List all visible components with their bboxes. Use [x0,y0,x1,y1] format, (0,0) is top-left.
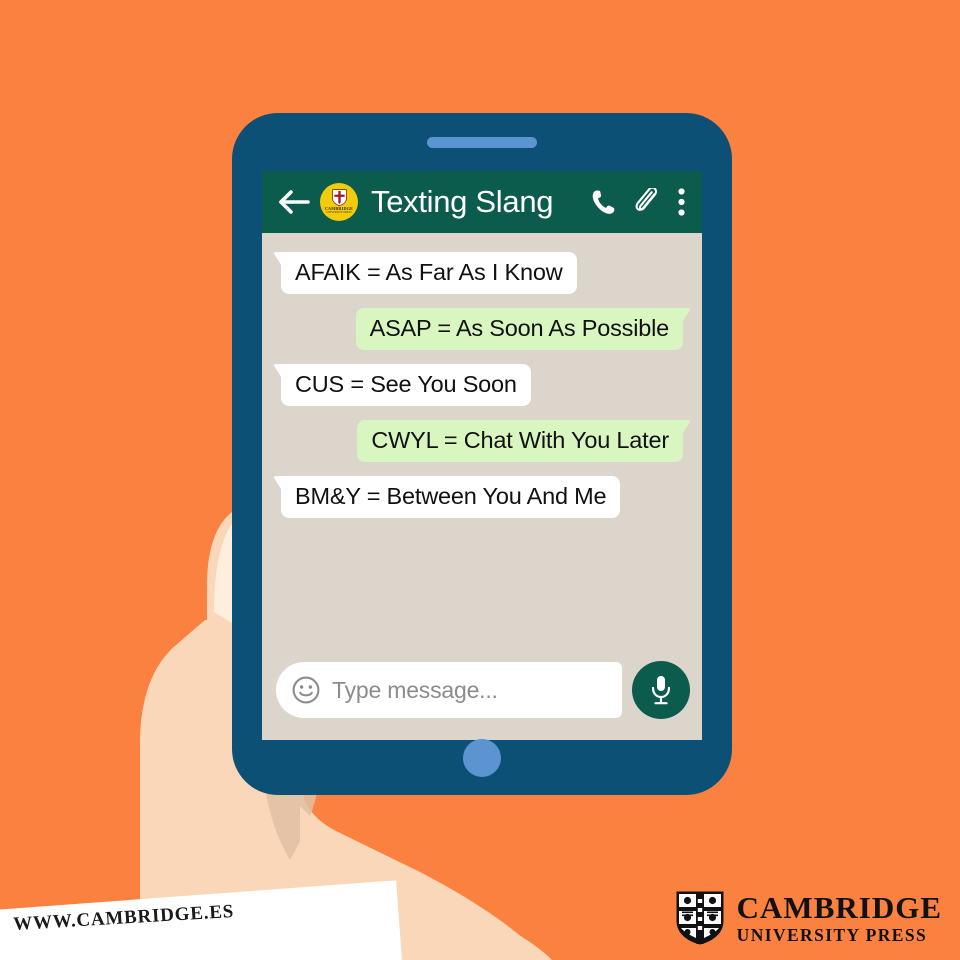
overflow-menu-icon[interactable] [678,188,685,216]
message-bubble-incoming[interactable]: CUS = See You Soon [281,364,531,407]
logo-line-2: UNIVERSITY PRESS [736,924,928,945]
cambridge-crest-icon [331,189,347,207]
message-input[interactable]: Type message... [276,662,622,718]
message-list: AFAIK = As Far As I Know ASAP = As Soon … [262,233,702,654]
message-row: CWYL = Chat With You Later [273,420,691,463]
earpiece-speaker [427,137,537,148]
message-row: CUS = See You Soon [273,364,691,407]
message-bubble-outgoing[interactable]: ASAP = As Soon As Possible [355,308,683,351]
back-arrow-icon[interactable] [278,187,310,217]
chat-header: CAMBRIDGE UNIVERSITY PRESS Texting Slang [262,171,702,233]
message-input-placeholder: Type message... [332,676,498,703]
message-bubble-incoming[interactable]: BM&Y = Between You And Me [281,476,621,519]
paperclip-icon[interactable] [635,188,659,216]
poster-canvas: CAMBRIDGE UNIVERSITY PRESS Texting Slang [0,0,960,960]
microphone-icon [651,676,671,705]
smiley-face-icon[interactable] [292,676,320,704]
cambridge-shield-icon [676,891,724,945]
avatar[interactable]: CAMBRIDGE UNIVERSITY PRESS [320,183,358,221]
phone-screen: CAMBRIDGE UNIVERSITY PRESS Texting Slang [262,171,702,740]
message-row: ASAP = As Soon As Possible [273,308,691,351]
message-row: AFAIK = As Far As I Know [273,252,691,295]
message-bubble-outgoing[interactable]: CWYL = Chat With You Later [357,420,683,463]
avatar-line2: UNIVERSITY PRESS [326,211,352,215]
message-composer: Type message... [262,654,702,740]
logo-line-1: CAMBRIDGE [736,889,942,925]
phone-device: CAMBRIDGE UNIVERSITY PRESS Texting Slang [232,113,732,795]
message-bubble-incoming[interactable]: AFAIK = As Far As I Know [281,252,577,295]
home-button[interactable] [463,739,501,777]
cambridge-university-press-logo: CAMBRIDGE UNIVERSITY PRESS [675,890,942,946]
voice-record-button[interactable] [632,661,690,719]
chat-title: Texting Slang [371,184,554,219]
message-row: BM&Y = Between You And Me [273,476,691,519]
phone-call-icon[interactable] [591,189,618,216]
